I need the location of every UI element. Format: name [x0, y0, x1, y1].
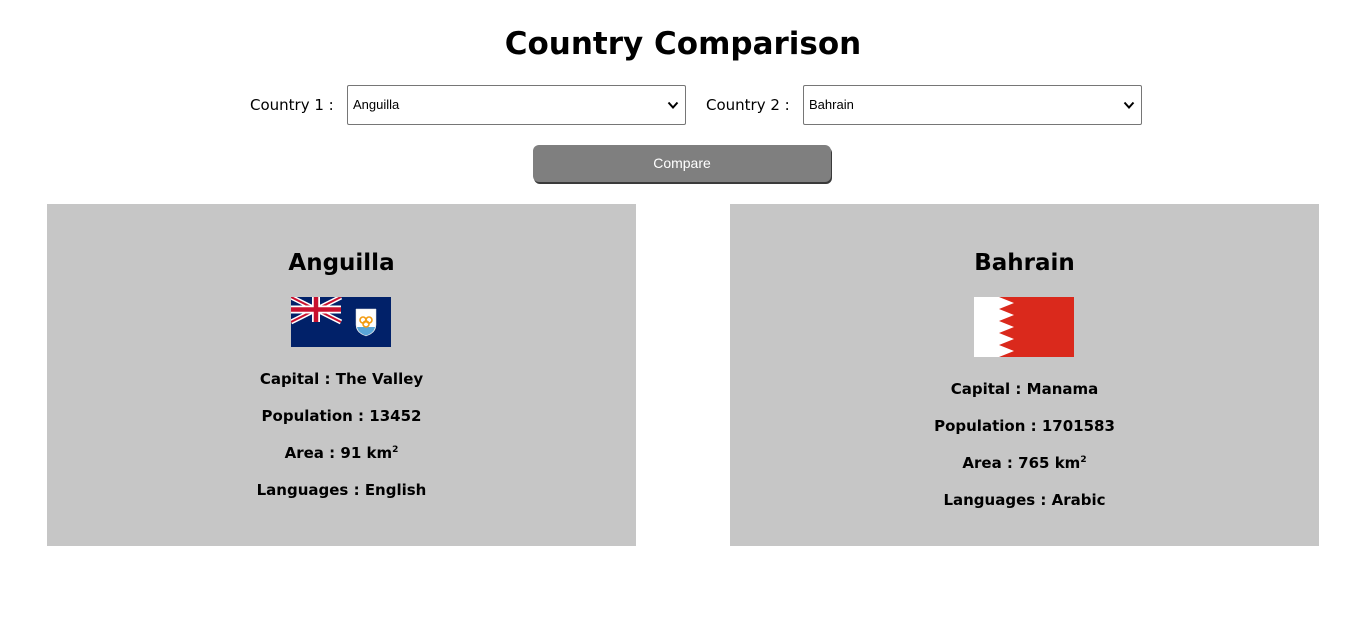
- population-row: Population : 13452: [47, 406, 636, 426]
- languages-row: Languages : Arabic: [730, 490, 1319, 510]
- country-2-label: Country 2 :: [706, 96, 790, 114]
- page: Country Comparison Country 1 : Anguilla …: [0, 0, 1366, 630]
- languages-label: Languages :: [256, 481, 360, 499]
- country-2-select[interactable]: Bahrain: [803, 85, 1142, 125]
- area-unit-superscript: 2: [392, 445, 399, 455]
- chevron-down-icon: [667, 101, 679, 109]
- country-card-2: Bahrain Capital : Manama Population : 17…: [730, 204, 1319, 546]
- languages-value: Arabic: [1051, 491, 1106, 509]
- capital-label: Capital :: [950, 380, 1022, 398]
- area-label: Area :: [962, 454, 1013, 472]
- area-row: Area : 91 km2: [47, 443, 636, 463]
- languages-label: Languages :: [943, 491, 1047, 509]
- chevron-down-icon: [1123, 101, 1135, 109]
- area-value: 91 km: [340, 444, 393, 462]
- area-row: Area : 765 km2: [730, 453, 1319, 473]
- languages-value: English: [364, 481, 427, 499]
- population-value: 1701583: [1041, 417, 1115, 435]
- compare-button[interactable]: Compare: [533, 145, 831, 182]
- country-card-1: Anguilla Capital : The Valley Population…: [47, 204, 636, 546]
- population-value: 13452: [369, 407, 422, 425]
- languages-row: Languages : English: [47, 480, 636, 500]
- area-unit-superscript: 2: [1080, 455, 1087, 465]
- country-1-label: Country 1 :: [250, 96, 334, 114]
- population-label: Population :: [934, 417, 1037, 435]
- capital-row: Capital : The Valley: [47, 369, 636, 389]
- population-row: Population : 1701583: [730, 416, 1319, 436]
- area-label: Area :: [284, 444, 336, 462]
- page-title: Country Comparison: [504, 26, 862, 62]
- country-1-select-value: Anguilla: [353, 97, 400, 112]
- population-label: Population :: [261, 407, 365, 425]
- capital-label: Capital :: [259, 370, 331, 388]
- country-name: Anguilla: [288, 250, 395, 276]
- capital-value: Manama: [1026, 380, 1099, 398]
- anguilla-flag-icon: [291, 297, 391, 347]
- country-name: Bahrain: [974, 250, 1075, 276]
- capital-row: Capital : Manama: [730, 379, 1319, 399]
- country-2-select-value: Bahrain: [809, 97, 854, 112]
- country-1-select[interactable]: Anguilla: [347, 85, 686, 125]
- capital-value: The Valley: [335, 370, 424, 388]
- area-value: 765 km: [1018, 454, 1081, 472]
- bahrain-flag-icon: [974, 297, 1074, 357]
